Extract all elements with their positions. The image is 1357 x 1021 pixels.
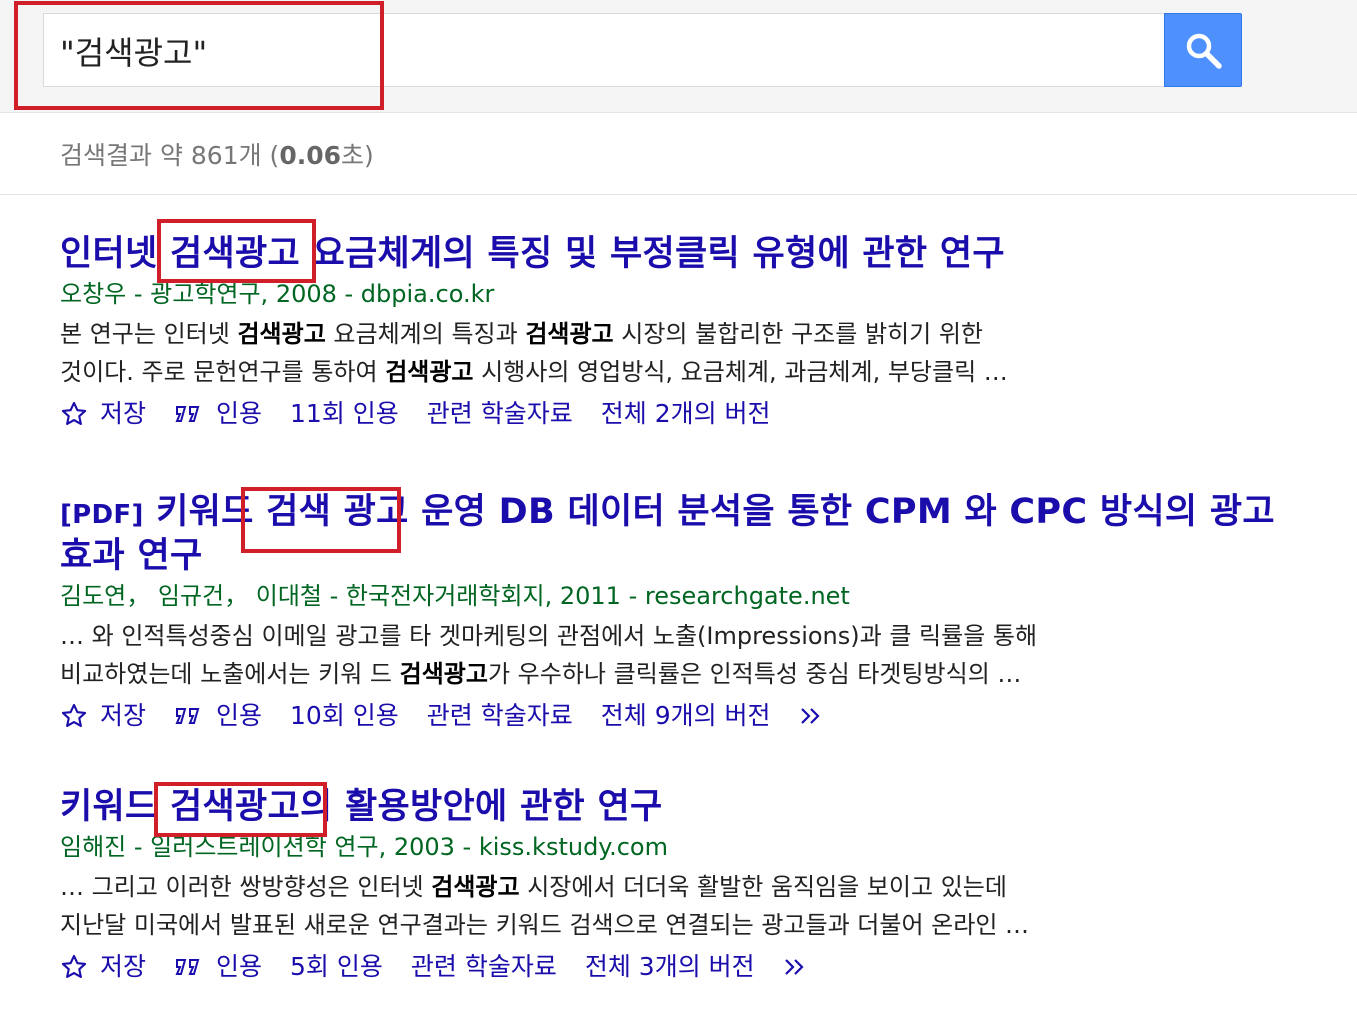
result-meta: 오창우 - 광고학연구, 2008 - dbpia.co.kr [60,280,495,308]
star-icon [61,954,87,978]
quote-icon [175,708,200,724]
snippet-keyword: 검색광고 [431,873,520,901]
star-icon [61,703,87,727]
result-title[interactable]: 인터넷 검색광고 요금체계의 특징 및 부정클릭 유형에 관한 연구 [60,234,1280,275]
result-item: 키워드 검색광고의 활용방안에 관한 연구 임해진 - 일러스트레이션학 연구,… [60,787,1280,985]
related-articles-link[interactable]: 관련 학술자료 [427,396,573,432]
stats-suffix: 초) [341,141,374,170]
result-item: 인터넷 검색광고 요금체계의 특징 및 부정클릭 유형에 관한 연구 오창우 -… [60,234,1280,432]
snippet-text: 본 연구는 인터넷 [60,320,238,348]
save-label[interactable]: 저장 [100,698,146,734]
snippet-text: 것이다. 주로 문헌연구를 통하여 [60,358,386,386]
result-meta: 김도연， 임규건， 이대철 - 한국전자거래학회지, 2011 - resear… [60,582,850,610]
quote-icon [175,406,200,422]
title-keyword[interactable]: 검색광고 [170,234,300,274]
related-articles-link[interactable]: 관련 학술자료 [411,949,557,985]
snippet-text: 시행사의 영업방식, 요금체계, 과금체계, 부당클릭 … [473,358,1008,386]
divider [0,194,1357,195]
result-meta: 임해진 - 일러스트레이션학 연구, 2003 - kiss.kstudy.co… [60,833,668,861]
result-actions: 저장 인용 5회 인용 관련 학술자료 전체 3개의 버전 [60,949,1280,985]
related-articles-link[interactable]: 관련 학술자료 [427,698,573,734]
snippet-text: 가 우수하나 클릭률은 인적특성 중심 타겟팅방식의 … [487,660,1022,688]
search-header [0,0,1357,113]
result-actions: 저장 인용 11회 인용 관련 학술자료 전체 2개의 버전 [60,396,1280,432]
pdf-tag[interactable]: [PDF] [60,500,144,530]
snippet-text: 요금체계의 특징과 [325,320,526,348]
snippet-keyword: 검색광고 [399,660,488,688]
snippet-text: … 그리고 이러한 쌍방향성은 인터넷 [60,873,432,901]
search-icon [1186,33,1222,69]
snippet-keyword: 검색광고 [237,320,326,348]
snippet-text: … 와 인적특성중심 이메일 광고를 타 겟마케팅의 관점에서 노출(Impre… [60,622,1038,650]
result-snippet: 본 연구는 인터넷 검색광고 요금체계의 특징과 검색광고 시장의 불합리한 구… [60,315,1190,391]
search-button[interactable] [1164,13,1242,87]
result-stats: 검색결과 약 861개 (0.06초) [60,136,374,172]
cite-label[interactable]: 인용 [216,396,262,432]
title-text[interactable]: 요금체계의 특징 및 부정클릭 유형에 관한 연구 [300,234,1005,274]
quote-icon [175,959,200,975]
save-label[interactable]: 저장 [100,949,146,985]
result-actions: 저장 인용 10회 인용 관련 학술자료 전체 9개의 버전 [60,698,1280,734]
more-button[interactable] [783,955,827,979]
cited-by-link[interactable]: 10회 인용 [290,698,399,734]
cite-label[interactable]: 인용 [216,698,262,734]
title-text[interactable]: 키워드 [144,492,266,532]
title-text[interactable]: 키워드 [60,787,170,827]
cited-by-link[interactable]: 5회 인용 [290,949,383,985]
versions-link[interactable]: 전체 2개의 버전 [601,396,771,432]
cite-button[interactable]: 인용 [174,396,262,432]
result-title[interactable]: 키워드 검색광고의 활용방안에 관한 연구 [60,787,1280,828]
snippet-text: 시장의 불합리한 구조를 밝히기 위한 [613,320,983,348]
result-snippet: … 와 인적특성중심 이메일 광고를 타 겟마케팅의 관점에서 노출(Impre… [60,617,1190,693]
title-keyword[interactable]: 검색 광고 [266,492,409,532]
save-button[interactable]: 저장 [60,396,146,432]
cite-button[interactable]: 인용 [174,698,262,734]
double-chevron-icon [784,959,804,975]
cited-by-link[interactable]: 11회 인용 [290,396,399,432]
search-box[interactable] [43,13,1164,87]
search-input[interactable] [60,28,1140,74]
snippet-keyword: 검색광고 [525,320,614,348]
versions-link[interactable]: 전체 3개의 버전 [585,949,755,985]
double-chevron-icon [800,708,820,724]
stats-time: 0.06 [279,141,341,170]
result-item: [PDF] 키워드 검색 광고 운영 DB 데이터 분석을 통한 CPM 와 C… [60,492,1280,734]
cite-label[interactable]: 인용 [216,949,262,985]
versions-link[interactable]: 전체 9개의 버전 [601,698,771,734]
cite-button[interactable]: 인용 [174,949,262,985]
snippet-text: 비교하였는데 노출에서는 키워 드 [60,660,400,688]
result-title[interactable]: [PDF] 키워드 검색 광고 운영 DB 데이터 분석을 통한 CPM 와 C… [60,492,1280,577]
save-label[interactable]: 저장 [100,396,146,432]
stats-text: 검색결과 약 861개 ( [60,141,280,170]
save-button[interactable]: 저장 [60,949,146,985]
title-text[interactable]: 인터넷 [60,234,170,274]
result-snippet: … 그리고 이러한 쌍방향성은 인터넷 검색광고 시장에서 더더욱 활발한 움직… [60,868,1190,944]
title-text[interactable]: 의 활용방안에 관한 연구 [300,787,662,827]
save-button[interactable]: 저장 [60,698,146,734]
star-icon [61,401,87,425]
snippet-keyword: 검색광고 [385,358,474,386]
title-keyword[interactable]: 검색광고 [170,787,300,827]
more-button[interactable] [799,704,843,728]
snippet-text: 시장에서 더더욱 활발한 움직임을 보이고 있는데 [519,873,1007,901]
snippet-text: 지난달 미국에서 발표된 새로운 연구결과는 키워드 검색으로 연결되는 광고들… [60,911,1030,939]
